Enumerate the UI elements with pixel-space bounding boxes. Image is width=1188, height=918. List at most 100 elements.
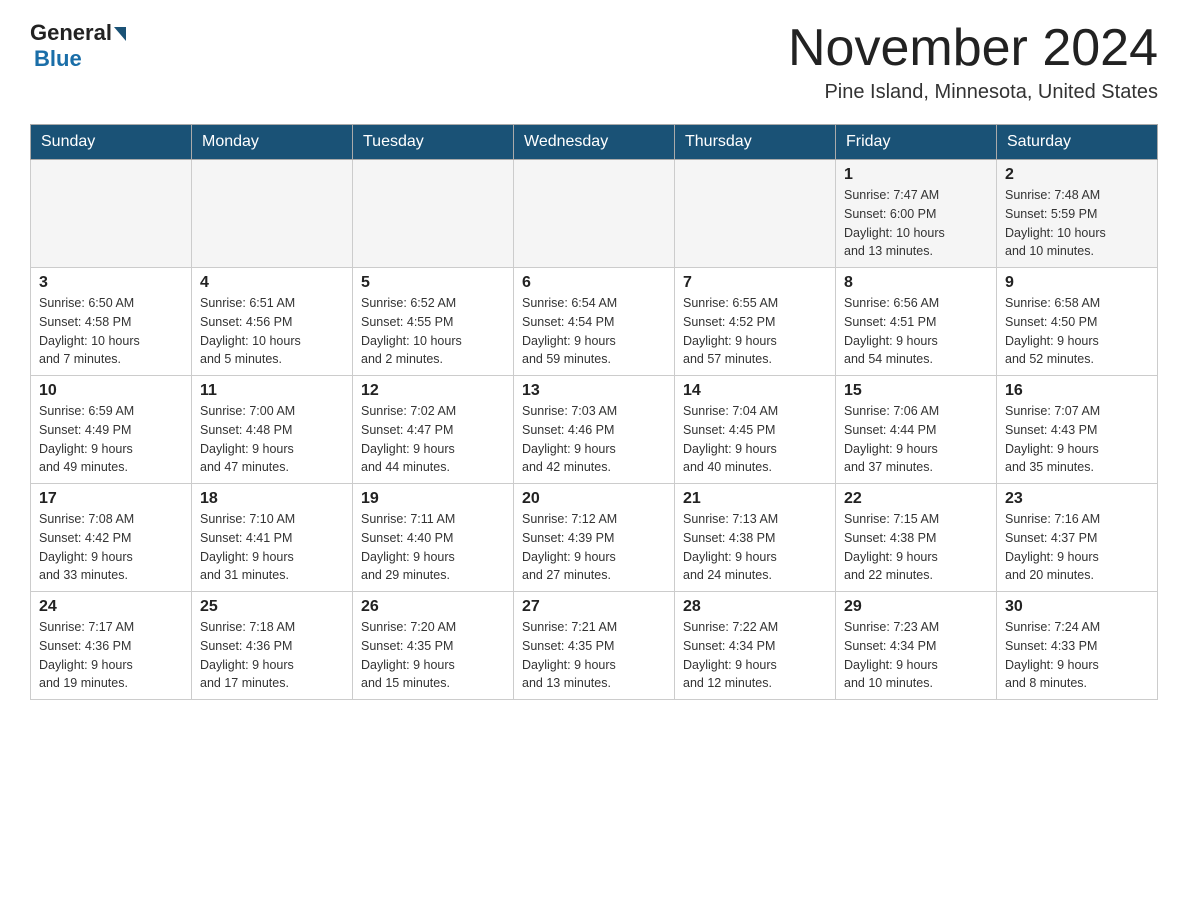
calendar-table: SundayMondayTuesdayWednesdayThursdayFrid… bbox=[30, 124, 1158, 700]
day-number: 17 bbox=[39, 490, 183, 508]
day-info: Sunrise: 6:56 AM Sunset: 4:51 PM Dayligh… bbox=[844, 294, 988, 369]
day-info: Sunrise: 7:20 AM Sunset: 4:35 PM Dayligh… bbox=[361, 618, 505, 693]
day-info: Sunrise: 7:03 AM Sunset: 4:46 PM Dayligh… bbox=[522, 402, 666, 477]
calendar-cell: 17 Sunrise: 7:08 AM Sunset: 4:42 PM Dayli… bbox=[31, 484, 192, 592]
calendar-week-row: 24Sunrise: 7:17 AM Sunset: 4:36 PM Dayli… bbox=[31, 592, 1158, 700]
day-info: Sunrise: 7:15 AM Sunset: 4:38 PM Dayligh… bbox=[844, 510, 988, 585]
calendar-cell bbox=[353, 160, 514, 268]
day-info: Sunrise: 7:06 AM Sunset: 4:44 PM Dayligh… bbox=[844, 402, 988, 477]
day-number: 27 bbox=[522, 598, 666, 616]
header-right: November 2024 Pine Island, Minnesota, Un… bbox=[788, 20, 1158, 104]
day-info: Sunrise: 7:16 AM Sunset: 4:37 PM Dayligh… bbox=[1005, 510, 1149, 585]
day-number: 13 bbox=[522, 382, 666, 400]
logo: General Blue bbox=[30, 20, 126, 72]
calendar-cell bbox=[514, 160, 675, 268]
day-number: 23 bbox=[1005, 490, 1149, 508]
calendar-cell: 3 Sunrise: 6:50 AM Sunset: 4:58 PM Daylig… bbox=[31, 268, 192, 376]
day-info: Sunrise: 7:48 AM Sunset: 5:59 PM Dayligh… bbox=[1005, 186, 1149, 261]
day-info: Sunrise: 6:58 AM Sunset: 4:50 PM Dayligh… bbox=[1005, 294, 1149, 369]
day-info: Sunrise: 7:04 AM Sunset: 4:45 PM Dayligh… bbox=[683, 402, 827, 477]
day-info: Sunrise: 7:47 AM Sunset: 6:00 PM Dayligh… bbox=[844, 186, 988, 261]
day-info: Sunrise: 7:11 AM Sunset: 4:40 PM Dayligh… bbox=[361, 510, 505, 585]
day-number: 25 bbox=[200, 598, 344, 616]
weekday-header-sunday: Sunday bbox=[31, 125, 192, 160]
day-number: 6 bbox=[522, 274, 666, 292]
day-number: 14 bbox=[683, 382, 827, 400]
day-number: 16 bbox=[1005, 382, 1149, 400]
location-subtitle: Pine Island, Minnesota, United States bbox=[788, 81, 1158, 104]
day-info: Sunrise: 7:02 AM Sunset: 4:47 PM Dayligh… bbox=[361, 402, 505, 477]
day-number: 5 bbox=[361, 274, 505, 292]
day-number: 9 bbox=[1005, 274, 1149, 292]
weekday-header-wednesday: Wednesday bbox=[514, 125, 675, 160]
day-info: Sunrise: 7:18 AM Sunset: 4:36 PM Dayligh… bbox=[200, 618, 344, 693]
calendar-cell bbox=[31, 160, 192, 268]
day-number: 11 bbox=[200, 382, 344, 400]
day-number: 3 bbox=[39, 274, 183, 292]
calendar-cell: 26 Sunrise: 7:20 AM Sunset: 4:35 PM Dayli… bbox=[353, 592, 514, 700]
day-info: Sunrise: 7:12 AM Sunset: 4:39 PM Dayligh… bbox=[522, 510, 666, 585]
logo-blue-text: Blue bbox=[34, 46, 82, 72]
calendar-cell: 13 Sunrise: 7:03 AM Sunset: 4:46 PM Dayli… bbox=[514, 376, 675, 484]
calendar-cell: 6Sunrise: 6:54 AM Sunset: 4:54 PM Daylig… bbox=[514, 268, 675, 376]
day-info: Sunrise: 6:50 AM Sunset: 4:58 PM Dayligh… bbox=[39, 294, 183, 369]
day-number: 8 bbox=[844, 274, 988, 292]
calendar-cell: 15 Sunrise: 7:06 AM Sunset: 4:44 PM Dayli… bbox=[836, 376, 997, 484]
day-number: 28 bbox=[683, 598, 827, 616]
day-info: Sunrise: 7:23 AM Sunset: 4:34 PM Dayligh… bbox=[844, 618, 988, 693]
calendar-week-row: 1Sunrise: 7:47 AM Sunset: 6:00 PM Daylig… bbox=[31, 160, 1158, 268]
calendar-cell: 22Sunrise: 7:15 AM Sunset: 4:38 PM Dayli… bbox=[836, 484, 997, 592]
calendar-cell: 14 Sunrise: 7:04 AM Sunset: 4:45 PM Dayli… bbox=[675, 376, 836, 484]
day-info: Sunrise: 6:51 AM Sunset: 4:56 PM Dayligh… bbox=[200, 294, 344, 369]
calendar-cell: 20 Sunrise: 7:12 AM Sunset: 4:39 PM Dayli… bbox=[514, 484, 675, 592]
calendar-cell: 2 Sunrise: 7:48 AM Sunset: 5:59 PM Daylig… bbox=[997, 160, 1158, 268]
day-info: Sunrise: 7:08 AM Sunset: 4:42 PM Dayligh… bbox=[39, 510, 183, 585]
calendar-cell: 24Sunrise: 7:17 AM Sunset: 4:36 PM Dayli… bbox=[31, 592, 192, 700]
day-number: 10 bbox=[39, 382, 183, 400]
calendar-cell: 9 Sunrise: 6:58 AM Sunset: 4:50 PM Daylig… bbox=[997, 268, 1158, 376]
calendar-cell: 1Sunrise: 7:47 AM Sunset: 6:00 PM Daylig… bbox=[836, 160, 997, 268]
calendar-week-row: 3 Sunrise: 6:50 AM Sunset: 4:58 PM Daylig… bbox=[31, 268, 1158, 376]
day-number: 4 bbox=[200, 274, 344, 292]
calendar-cell: 21 Sunrise: 7:13 AM Sunset: 4:38 PM Dayli… bbox=[675, 484, 836, 592]
day-number: 19 bbox=[361, 490, 505, 508]
calendar-week-row: 17 Sunrise: 7:08 AM Sunset: 4:42 PM Dayli… bbox=[31, 484, 1158, 592]
calendar-cell: 19 Sunrise: 7:11 AM Sunset: 4:40 PM Dayli… bbox=[353, 484, 514, 592]
weekday-header-row: SundayMondayTuesdayWednesdayThursdayFrid… bbox=[31, 125, 1158, 160]
logo-general-text: General bbox=[30, 20, 112, 46]
day-info: Sunrise: 7:13 AM Sunset: 4:38 PM Dayligh… bbox=[683, 510, 827, 585]
calendar-cell: 28Sunrise: 7:22 AM Sunset: 4:34 PM Dayli… bbox=[675, 592, 836, 700]
day-number: 21 bbox=[683, 490, 827, 508]
calendar-cell: 25 Sunrise: 7:18 AM Sunset: 4:36 PM Dayli… bbox=[192, 592, 353, 700]
day-number: 15 bbox=[844, 382, 988, 400]
day-number: 12 bbox=[361, 382, 505, 400]
day-number: 2 bbox=[1005, 166, 1149, 184]
calendar-cell: 16 Sunrise: 7:07 AM Sunset: 4:43 PM Dayli… bbox=[997, 376, 1158, 484]
day-number: 20 bbox=[522, 490, 666, 508]
day-info: Sunrise: 7:10 AM Sunset: 4:41 PM Dayligh… bbox=[200, 510, 344, 585]
day-info: Sunrise: 6:59 AM Sunset: 4:49 PM Dayligh… bbox=[39, 402, 183, 477]
day-info: Sunrise: 7:07 AM Sunset: 4:43 PM Dayligh… bbox=[1005, 402, 1149, 477]
calendar-cell bbox=[675, 160, 836, 268]
calendar-cell: 30 Sunrise: 7:24 AM Sunset: 4:33 PM Dayli… bbox=[997, 592, 1158, 700]
calendar-cell: 29Sunrise: 7:23 AM Sunset: 4:34 PM Dayli… bbox=[836, 592, 997, 700]
day-info: Sunrise: 7:17 AM Sunset: 4:36 PM Dayligh… bbox=[39, 618, 183, 693]
day-info: Sunrise: 7:24 AM Sunset: 4:33 PM Dayligh… bbox=[1005, 618, 1149, 693]
day-number: 18 bbox=[200, 490, 344, 508]
day-number: 30 bbox=[1005, 598, 1149, 616]
day-number: 26 bbox=[361, 598, 505, 616]
weekday-header-thursday: Thursday bbox=[675, 125, 836, 160]
logo-arrow-icon bbox=[114, 27, 126, 41]
day-info: Sunrise: 6:55 AM Sunset: 4:52 PM Dayligh… bbox=[683, 294, 827, 369]
weekday-header-monday: Monday bbox=[192, 125, 353, 160]
weekday-header-friday: Friday bbox=[836, 125, 997, 160]
calendar-cell: 5Sunrise: 6:52 AM Sunset: 4:55 PM Daylig… bbox=[353, 268, 514, 376]
day-info: Sunrise: 7:00 AM Sunset: 4:48 PM Dayligh… bbox=[200, 402, 344, 477]
weekday-header-saturday: Saturday bbox=[997, 125, 1158, 160]
month-title: November 2024 bbox=[788, 20, 1158, 77]
calendar-cell bbox=[192, 160, 353, 268]
calendar-cell: 4 Sunrise: 6:51 AM Sunset: 4:56 PM Daylig… bbox=[192, 268, 353, 376]
day-number: 7 bbox=[683, 274, 827, 292]
calendar-cell: 23 Sunrise: 7:16 AM Sunset: 4:37 PM Dayli… bbox=[997, 484, 1158, 592]
calendar-cell: 27Sunrise: 7:21 AM Sunset: 4:35 PM Dayli… bbox=[514, 592, 675, 700]
